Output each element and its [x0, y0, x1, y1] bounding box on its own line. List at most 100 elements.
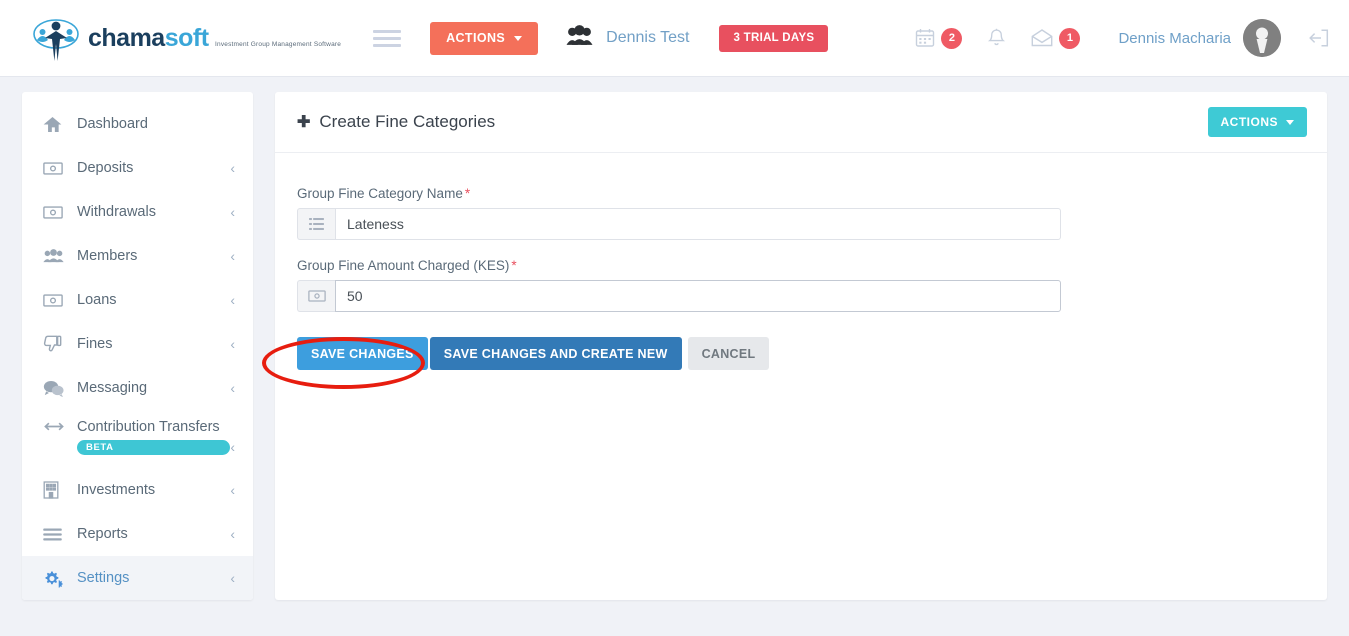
chevron-left-icon: ‹ [230, 380, 235, 396]
sidebar-item-label: Investments [77, 482, 156, 498]
chevron-left-icon: ‹ [230, 439, 235, 455]
comments-icon [43, 380, 65, 397]
bars-icon [43, 528, 65, 541]
group-name-label: Dennis Test [606, 29, 690, 46]
sidebar-item-settings[interactable]: Settings ‹ [22, 556, 253, 600]
form-actions: SAVE CHANGES SAVE CHANGES AND CREATE NEW… [297, 337, 1305, 370]
panel-actions-button[interactable]: ACTIONS [1207, 107, 1307, 137]
sidebar-item-label: Loans [77, 292, 117, 308]
chamasoft-people-logo-icon [32, 14, 80, 62]
bell-icon [987, 28, 1006, 48]
hamburger-icon[interactable] [373, 26, 402, 51]
group-fine-category-name-input[interactable] [335, 208, 1061, 240]
logout-icon[interactable] [1309, 29, 1329, 47]
sidebar-item-label: Contribution Transfers [77, 419, 220, 435]
calendar-badge-count: 2 [941, 27, 963, 49]
sidebar: Dashboard Deposits ‹ Withdrawals ‹ Membe… [22, 92, 253, 600]
trial-days-badge[interactable]: 3 TRIAL DAYS [719, 24, 829, 52]
arrows-left-right-icon [43, 421, 65, 432]
chevron-left-icon: ‹ [230, 526, 235, 542]
panel-actions-label: ACTIONS [1220, 115, 1278, 129]
logo-brand-second: soft [164, 23, 209, 52]
home-icon [43, 116, 65, 133]
sidebar-item-fines[interactable]: Fines ‹ [22, 322, 253, 366]
panel-header: ✚ Create Fine Categories ACTIONS [275, 92, 1327, 153]
sidebar-item-contribution-transfers[interactable]: Contribution Transfers BETA ‹ [22, 410, 253, 468]
top-navbar-right: 2 1 Dennis Macharia [915, 19, 1329, 57]
chevron-left-icon: ‹ [230, 160, 235, 176]
save-changes-button[interactable]: SAVE CHANGES [297, 337, 428, 370]
building-icon [43, 481, 65, 499]
envelope-open-icon [1031, 29, 1053, 47]
users-group-icon [566, 25, 593, 51]
chevron-left-icon: ‹ [230, 570, 235, 586]
chevron-left-icon: ‹ [230, 248, 235, 264]
field-label: Group Fine Amount Charged (KES) * [297, 258, 1305, 273]
chevron-down-icon [514, 35, 523, 41]
messages-notifications[interactable]: 1 [1031, 27, 1081, 49]
sidebar-item-label: Members [77, 248, 138, 264]
field-label: Group Fine Category Name * [297, 186, 1305, 201]
field-group-fine-amount: Group Fine Amount Charged (KES) * [297, 258, 1305, 312]
sidebar-item-label: Reports [77, 526, 128, 542]
thumbs-down-icon [43, 335, 65, 354]
chevron-left-icon: ‹ [230, 204, 235, 220]
sidebar-item-loans[interactable]: Loans ‹ [22, 278, 253, 322]
gears-icon [43, 569, 65, 588]
page-title: ✚ Create Fine Categories [297, 112, 495, 132]
users-group-icon [43, 249, 65, 263]
money-bill-icon [43, 161, 65, 175]
chevron-down-icon [1286, 119, 1294, 125]
sidebar-item-label: Messaging [77, 380, 148, 396]
save-changes-and-create-new-button[interactable]: SAVE CHANGES AND CREATE NEW [429, 337, 682, 370]
input-group [297, 280, 1061, 312]
chevron-left-icon: ‹ [230, 482, 235, 498]
sidebar-item-members[interactable]: Members ‹ [22, 234, 253, 278]
field-group-fine-category-name: Group Fine Category Name * [297, 186, 1305, 240]
avatar[interactable] [1243, 19, 1281, 57]
logo-brand-first: chama [88, 23, 165, 52]
top-navbar: chamasoft Investment Group Management So… [0, 0, 1349, 77]
active-group[interactable]: Dennis Test [566, 25, 689, 51]
required-asterisk: * [464, 186, 471, 201]
logo-tagline: Investment Group Management Software [215, 40, 342, 48]
calendar-notifications[interactable]: 2 [915, 27, 963, 49]
input-group [297, 208, 1061, 240]
sidebar-item-label: Deposits [77, 160, 134, 176]
trial-days-label: 3 TRIAL DAYS [733, 32, 815, 44]
group-fine-amount-input[interactable] [335, 280, 1061, 312]
list-icon [297, 208, 335, 240]
page-title-text: Create Fine Categories [319, 112, 496, 131]
sidebar-item-investments[interactable]: Investments ‹ [22, 468, 253, 512]
sidebar-item-reports[interactable]: Reports ‹ [22, 512, 253, 556]
sidebar-item-label: Settings [77, 570, 130, 586]
top-actions-button[interactable]: ACTIONS [430, 21, 539, 55]
sidebar-item-dashboard[interactable]: Dashboard [22, 102, 253, 146]
alerts-notifications[interactable] [987, 28, 1006, 48]
cancel-button[interactable]: CANCEL [687, 337, 770, 370]
sidebar-item-deposits[interactable]: Deposits ‹ [22, 146, 253, 190]
chevron-left-icon: ‹ [230, 292, 235, 308]
money-bill-icon [297, 280, 335, 312]
sidebar-item-withdrawals[interactable]: Withdrawals ‹ [22, 190, 253, 234]
messages-badge-count: 1 [1059, 27, 1081, 49]
money-bill-icon [43, 293, 65, 307]
create-fine-categories-panel: ✚ Create Fine Categories ACTIONS Group F… [275, 92, 1327, 600]
panel-body: Group Fine Category Name* Group Fine Amo… [275, 153, 1327, 370]
required-asterisk: * [511, 258, 517, 273]
sidebar-item-messaging[interactable]: Messaging ‹ [22, 366, 253, 410]
top-actions-label: ACTIONS [446, 31, 506, 45]
calendar-icon [915, 28, 935, 48]
user-name-label[interactable]: Dennis Macharia [1118, 30, 1231, 47]
field-label-text: Group Fine Amount Charged (KES) [297, 258, 510, 273]
plus-icon: ✚ [297, 114, 311, 131]
field-label-text: Group Fine Category Name [297, 186, 463, 201]
sidebar-item-label: Dashboard [77, 116, 148, 132]
app-logo[interactable]: chamasoft Investment Group Management So… [32, 14, 341, 62]
sidebar-item-label: Withdrawals [77, 204, 156, 220]
sidebar-item-label: Fines [77, 336, 113, 352]
beta-badge: BETA [77, 440, 231, 455]
chevron-left-icon: ‹ [230, 336, 235, 352]
money-bill-icon [43, 205, 65, 219]
logo-wordmark: chamasoft Investment Group Management So… [88, 23, 342, 52]
